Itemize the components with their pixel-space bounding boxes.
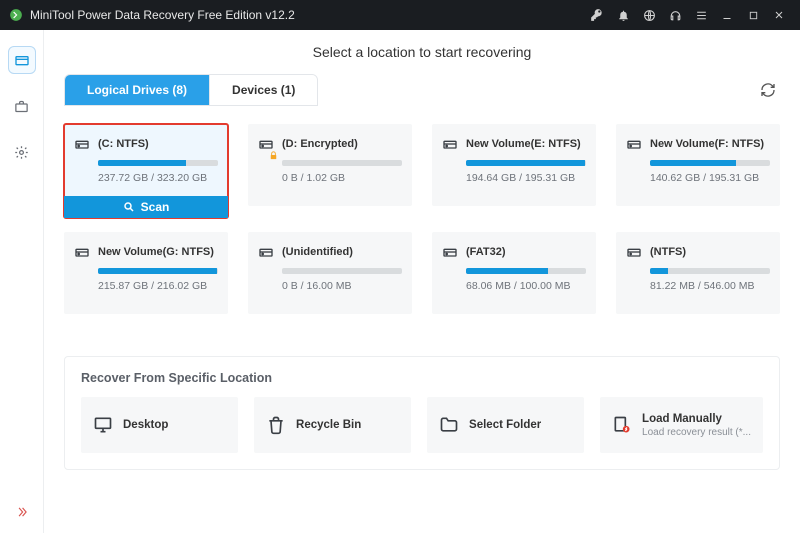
drive-icon	[442, 244, 458, 260]
drive-card[interactable]: (FAT32) 68.06 MB / 100.00 MB	[432, 232, 596, 314]
drive-size: 140.62 GB / 195.31 GB	[650, 172, 770, 184]
bell-icon[interactable]	[610, 0, 636, 30]
sidebar-item-recover[interactable]	[8, 46, 36, 74]
sidebar	[0, 30, 44, 533]
main-panel: Select a location to start recovering Lo…	[44, 30, 800, 533]
drive-icon	[258, 244, 274, 260]
location-label: Load Manually	[642, 413, 751, 425]
drive-icon	[626, 136, 642, 152]
location-card[interactable]: Load Manually Load recovery result (*...	[600, 397, 763, 453]
sidebar-item-toolbox[interactable]	[8, 92, 36, 120]
drive-card[interactable]: (Unidentified) 0 B / 16.00 MB	[248, 232, 412, 314]
folder-icon	[439, 415, 459, 435]
tab-devices[interactable]: Devices (1)	[209, 75, 317, 105]
app-logo-icon	[8, 7, 24, 23]
load-icon	[612, 415, 632, 435]
drive-card[interactable]: New Volume(F: NTFS) 140.62 GB / 195.31 GB	[616, 124, 780, 206]
refresh-button[interactable]	[756, 78, 780, 102]
usage-bar	[282, 268, 402, 274]
usage-bar	[466, 268, 586, 274]
drive-icon	[74, 136, 90, 152]
drive-card[interactable]: (NTFS) 81.22 MB / 546.00 MB	[616, 232, 780, 314]
maximize-button[interactable]	[740, 0, 766, 30]
drive-size: 194.64 GB / 195.31 GB	[466, 172, 586, 184]
drive-name: New Volume(F: NTFS)	[650, 138, 764, 150]
drive-name: New Volume(E: NTFS)	[466, 138, 581, 150]
location-card[interactable]: Desktop	[81, 397, 238, 453]
usage-bar	[650, 160, 770, 166]
titlebar: MiniTool Power Data Recovery Free Editio…	[0, 0, 800, 30]
location-card[interactable]: Select Folder	[427, 397, 584, 453]
drive-icon	[442, 136, 458, 152]
tab-bar: Logical Drives (8) Devices (1)	[64, 74, 318, 106]
usage-bar	[466, 160, 586, 166]
expand-sidebar-icon[interactable]	[15, 505, 29, 519]
drive-icon	[74, 244, 90, 260]
globe-icon[interactable]	[636, 0, 662, 30]
drive-name: (D: Encrypted)	[282, 138, 358, 150]
drive-icon	[626, 244, 642, 260]
drive-card[interactable]: (D: Encrypted) 0 B / 1.02 GB	[248, 124, 412, 206]
usage-bar	[98, 268, 218, 274]
drive-grid: (C: NTFS) 237.72 GB / 323.20 GB Scan (D: En…	[64, 124, 780, 314]
drive-size: 0 B / 1.02 GB	[282, 172, 402, 184]
drive-card[interactable]: (C: NTFS) 237.72 GB / 323.20 GB Scan	[64, 124, 228, 218]
recycle-icon	[266, 415, 286, 435]
location-sub: Load recovery result (*...	[642, 427, 751, 438]
usage-bar	[282, 160, 402, 166]
menu-icon[interactable]	[688, 0, 714, 30]
scan-button[interactable]: Scan	[64, 196, 228, 218]
specific-location-section: Recover From Specific Location Desktop Re…	[64, 356, 780, 470]
drive-name: New Volume(G: NTFS)	[98, 246, 214, 258]
sidebar-item-settings[interactable]	[8, 138, 36, 166]
location-grid: Desktop Recycle Bin Select Folder Load Manu…	[81, 397, 763, 453]
location-label: Desktop	[123, 419, 168, 431]
page-title: Select a location to start recovering	[64, 44, 780, 60]
drive-size: 237.72 GB / 323.20 GB	[98, 172, 218, 184]
tab-logical-drives[interactable]: Logical Drives (8)	[65, 75, 209, 105]
drive-size: 81.22 MB / 546.00 MB	[650, 280, 770, 292]
drive-size: 0 B / 16.00 MB	[282, 280, 402, 292]
drive-card[interactable]: New Volume(G: NTFS) 215.87 GB / 216.02 GB	[64, 232, 228, 314]
drive-size: 215.87 GB / 216.02 GB	[98, 280, 218, 292]
location-card[interactable]: Recycle Bin	[254, 397, 411, 453]
location-label: Recycle Bin	[296, 419, 361, 431]
drive-card[interactable]: New Volume(E: NTFS) 194.64 GB / 195.31 GB	[432, 124, 596, 206]
drive-size: 68.06 MB / 100.00 MB	[466, 280, 586, 292]
window-title: MiniTool Power Data Recovery Free Editio…	[30, 8, 295, 22]
headphones-icon[interactable]	[662, 0, 688, 30]
drive-name: (C: NTFS)	[98, 138, 149, 150]
usage-bar	[650, 268, 770, 274]
drive-name: (NTFS)	[650, 246, 686, 258]
key-icon[interactable]	[584, 0, 610, 30]
close-button[interactable]	[766, 0, 792, 30]
section-title: Recover From Specific Location	[81, 371, 763, 385]
drive-name: (Unidentified)	[282, 246, 353, 258]
location-label: Select Folder	[469, 419, 541, 431]
usage-bar	[98, 160, 218, 166]
drive-name: (FAT32)	[466, 246, 506, 258]
lock-icon	[268, 150, 280, 162]
minimize-button[interactable]	[714, 0, 740, 30]
desktop-icon	[93, 415, 113, 435]
